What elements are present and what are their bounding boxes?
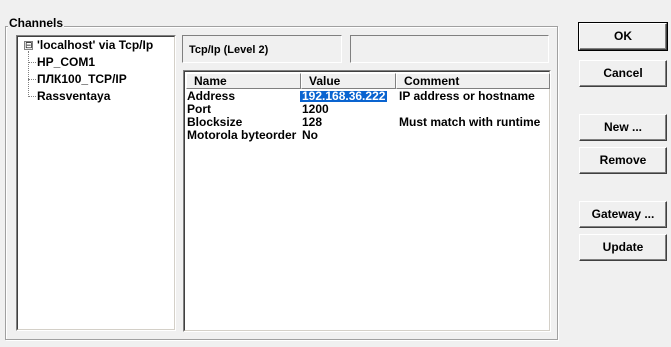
tree-connector-line — [28, 51, 29, 97]
column-header-comment[interactable]: Comment — [396, 73, 550, 89]
tree-item-plk100-tcpip[interactable]: ПЛК100_TCP/IP — [37, 72, 127, 86]
update-button[interactable]: Update — [579, 234, 667, 261]
remove-button[interactable]: Remove — [579, 147, 667, 174]
ok-button[interactable]: OK — [578, 22, 668, 51]
tree-connector-line — [28, 79, 36, 80]
info-field — [350, 35, 549, 63]
channels-tree[interactable]: ⊟ 'localhost' via Tcp/Ip HP_COM1 ПЛК100_… — [16, 35, 176, 331]
tree-item-hp-com1[interactable]: HP_COM1 — [37, 55, 95, 69]
row-blocksize-comment[interactable]: Must match with runtime — [399, 116, 540, 128]
row-blocksize-name[interactable]: Blocksize — [187, 116, 242, 128]
parameters-grid[interactable]: Name Value Comment Address 192.168.36.22… — [183, 70, 551, 332]
row-byteorder-name[interactable]: Motorola byteorder — [187, 129, 296, 141]
tree-connector-line — [28, 96, 36, 97]
gateway-button[interactable]: Gateway ... — [579, 201, 667, 228]
tree-item-rassventaya[interactable]: Rassventaya — [37, 89, 110, 103]
row-address-value[interactable]: 192.168.36.222 — [300, 90, 388, 102]
column-header-name[interactable]: Name — [186, 73, 301, 89]
row-address-name[interactable]: Address — [187, 90, 235, 102]
row-blocksize-value[interactable]: 128 — [302, 116, 322, 128]
new-button[interactable]: New ... — [579, 114, 667, 141]
grid-inner-border — [184, 71, 550, 331]
row-port-value[interactable]: 1200 — [302, 103, 329, 115]
level-label-box: Tcp/Ip (Level 2) — [182, 35, 342, 63]
level-label: Tcp/Ip (Level 2) — [189, 44, 269, 56]
collapse-expander-icon[interactable]: ⊟ — [24, 41, 33, 50]
cancel-button[interactable]: Cancel — [579, 60, 667, 87]
column-header-value[interactable]: Value — [301, 73, 396, 89]
row-address-comment[interactable]: IP address or hostname — [399, 90, 535, 102]
row-port-name[interactable]: Port — [187, 103, 211, 115]
tree-item-localhost[interactable]: 'localhost' via Tcp/Ip — [37, 38, 153, 52]
row-byteorder-value[interactable]: No — [302, 129, 318, 141]
channels-group-label: Channels — [8, 16, 65, 30]
tree-connector-line — [28, 62, 36, 63]
